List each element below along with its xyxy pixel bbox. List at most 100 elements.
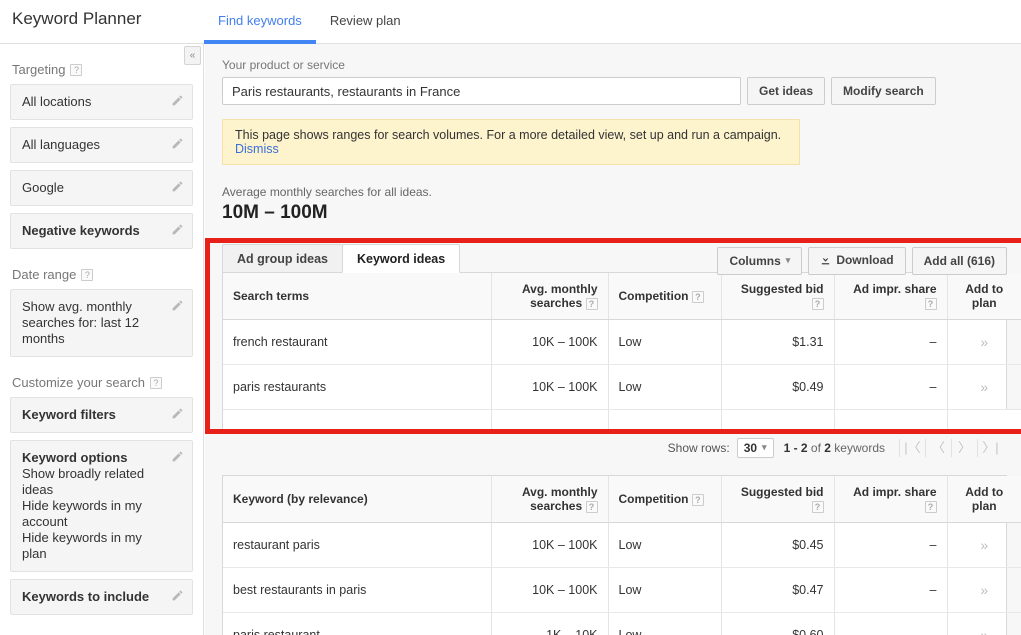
table-row[interactable]: restaurant paris 10K – 100K Low $0.45 – … bbox=[223, 522, 1021, 568]
table-row[interactable]: paris restaurants 10K – 100K Low $0.49 –… bbox=[223, 364, 1021, 410]
help-icon[interactable]: ? bbox=[811, 500, 824, 513]
download-button[interactable]: Download bbox=[808, 247, 906, 275]
sidebar-item-date-range[interactable]: Show avg. monthly searches for: last 12 … bbox=[10, 289, 193, 357]
col-suggested-bid[interactable]: Suggested bid ? bbox=[721, 273, 835, 320]
help-icon[interactable]: ? bbox=[811, 298, 824, 310]
cell-keyword: paris restaurants bbox=[223, 364, 492, 410]
help-icon[interactable]: ? bbox=[70, 63, 83, 76]
cell-add-to-plan[interactable]: » bbox=[947, 364, 1021, 410]
help-icon[interactable]: ? bbox=[691, 493, 704, 506]
help-icon[interactable]: ? bbox=[924, 298, 937, 310]
sidebar-item-google[interactable]: Google bbox=[10, 170, 193, 206]
add-to-plan-icon[interactable]: » bbox=[980, 334, 988, 350]
sidebar-item-keyword-filters[interactable]: Keyword filters bbox=[10, 397, 193, 433]
sidebar-item-all-locations[interactable]: All locations bbox=[10, 84, 193, 120]
col-add-to-plan: Add to plan bbox=[947, 475, 1021, 523]
first-page-button[interactable]: |〈 bbox=[899, 438, 925, 457]
range-mid: of bbox=[807, 440, 825, 455]
dismiss-link[interactable]: Dismiss bbox=[235, 142, 279, 156]
add-to-plan-icon[interactable]: » bbox=[980, 379, 988, 395]
sidebar-group-label: Date range bbox=[12, 267, 77, 282]
pencil-icon[interactable] bbox=[171, 407, 184, 420]
prev-page-button[interactable]: 〈 bbox=[925, 438, 951, 457]
sidebar-item-all-languages[interactable]: All languages bbox=[10, 127, 193, 163]
search-input[interactable] bbox=[222, 77, 741, 105]
col-competition[interactable]: Competition ? bbox=[608, 475, 722, 523]
cell-volume: 1K – 10K bbox=[491, 612, 609, 635]
cell-impr-share: – bbox=[834, 522, 948, 568]
pencil-icon[interactable] bbox=[171, 223, 184, 236]
sidebar-item-negative-keywords[interactable]: Negative keywords bbox=[10, 213, 193, 249]
cell-volume: 10K – 100K bbox=[491, 364, 609, 410]
pencil-icon[interactable] bbox=[171, 180, 184, 193]
add-to-plan-icon[interactable]: » bbox=[980, 582, 988, 598]
sidebar-item-keywords-to-include[interactable]: Keywords to include bbox=[10, 579, 193, 615]
next-page-button[interactable]: 〉 bbox=[951, 438, 977, 457]
pencil-icon[interactable] bbox=[171, 94, 184, 107]
cell-competition: Low bbox=[608, 567, 722, 613]
cell-bid: $0.45 bbox=[721, 522, 835, 568]
pencil-icon[interactable] bbox=[171, 299, 184, 312]
pencil-icon[interactable] bbox=[171, 137, 184, 150]
cell-add-to-plan[interactable]: » bbox=[947, 522, 1021, 568]
help-icon[interactable]: ? bbox=[585, 298, 598, 310]
pencil-icon[interactable] bbox=[171, 589, 184, 602]
add-to-plan-icon[interactable]: » bbox=[980, 537, 988, 553]
keyword-option-hide-plan[interactable]: Hide keywords in my plan bbox=[22, 530, 164, 562]
tab-keyword-ideas[interactable]: Keyword ideas bbox=[341, 244, 461, 273]
columns-button[interactable]: Columns ▾ bbox=[717, 247, 803, 275]
last-page-button[interactable]: 〉| bbox=[977, 438, 1003, 457]
add-to-plan-icon[interactable]: » bbox=[980, 627, 988, 635]
cell-add-to-plan[interactable]: » bbox=[947, 319, 1021, 365]
info-banner: This page shows ranges for search volume… bbox=[222, 119, 800, 165]
cell-impr-share: – bbox=[834, 364, 948, 410]
help-icon[interactable]: ? bbox=[149, 376, 162, 389]
col-ad-impr-share[interactable]: Ad impr. share ? bbox=[834, 273, 948, 320]
sidebar-item-label: Google bbox=[22, 180, 64, 195]
get-ideas-button[interactable]: Get ideas bbox=[747, 77, 826, 105]
sidebar-item-label: Show avg. monthly searches for: last 12 … bbox=[22, 299, 140, 346]
help-icon[interactable]: ? bbox=[924, 500, 937, 513]
sidebar-item-keyword-options[interactable]: Keyword options Show broadly related ide… bbox=[10, 440, 193, 572]
col-label: Competition bbox=[618, 491, 689, 506]
info-banner-text: This page shows ranges for search volume… bbox=[235, 128, 782, 142]
col-search-terms[interactable]: Search terms bbox=[223, 273, 492, 320]
cell-keyword: paris restaurant bbox=[223, 612, 492, 635]
cell-bid: $1.31 bbox=[721, 319, 835, 365]
col-avg-monthly-searches[interactable]: Avg. monthly searches ? bbox=[491, 475, 609, 523]
range-suffix: keywords bbox=[830, 440, 885, 455]
modify-search-button[interactable]: Modify search bbox=[831, 77, 936, 105]
keyword-ideas-table: Search terms Avg. monthly searches ? Com… bbox=[223, 273, 1021, 432]
col-competition[interactable]: Competition ? bbox=[608, 273, 722, 320]
sidebar-collapse-button[interactable]: « bbox=[184, 46, 201, 65]
tab-review-plan[interactable]: Review plan bbox=[316, 0, 415, 44]
chevron-down-icon: ▾ bbox=[762, 441, 767, 452]
download-label: Download bbox=[836, 253, 894, 267]
search-row: Get ideas Modify search bbox=[222, 77, 1005, 105]
col-suggested-bid[interactable]: Suggested bid ? bbox=[721, 475, 835, 523]
table-row[interactable]: paris restaurant 1K – 10K Low $0.60 – » bbox=[223, 612, 1021, 635]
sidebar-group-date-range-title: Date range ? bbox=[12, 267, 193, 282]
help-icon[interactable]: ? bbox=[81, 268, 94, 281]
sidebar-item-label: Keywords to include bbox=[22, 589, 150, 604]
tab-find-keywords[interactable]: Find keywords bbox=[204, 0, 316, 44]
tab-ad-group-ideas[interactable]: Ad group ideas bbox=[222, 244, 343, 273]
sidebar-item-label: Keyword filters bbox=[22, 407, 116, 422]
pencil-icon[interactable] bbox=[171, 450, 184, 463]
cell-add-to-plan[interactable]: » bbox=[947, 567, 1021, 613]
add-all-button[interactable]: Add all (616) bbox=[911, 247, 1007, 275]
table-row[interactable]: french restaurant 10K – 100K Low $1.31 –… bbox=[223, 319, 1021, 365]
keyword-option-hide-account[interactable]: Hide keywords in my account bbox=[22, 498, 164, 530]
main-content: Your product or service Get ideas Modify… bbox=[205, 44, 1021, 635]
col-keyword-by-relevance[interactable]: Keyword (by relevance) bbox=[223, 475, 492, 523]
cell-add-to-plan[interactable]: » bbox=[947, 612, 1021, 635]
table-row[interactable]: best restaurants in paris 10K – 100K Low… bbox=[223, 567, 1021, 613]
col-avg-monthly-searches[interactable]: Avg. monthly searches ? bbox=[491, 273, 609, 320]
cell-competition: Low bbox=[608, 364, 722, 410]
help-icon[interactable]: ? bbox=[691, 291, 704, 303]
keyword-ideas-table-wrapper: Search terms Avg. monthly searches ? Com… bbox=[222, 272, 1021, 433]
help-icon[interactable]: ? bbox=[585, 500, 598, 513]
keyword-option-broadly-related[interactable]: Show broadly related ideas bbox=[22, 466, 164, 498]
col-ad-impr-share[interactable]: Ad impr. share ? bbox=[834, 475, 948, 523]
rows-per-page-select[interactable]: 30 ▾ bbox=[736, 437, 774, 458]
